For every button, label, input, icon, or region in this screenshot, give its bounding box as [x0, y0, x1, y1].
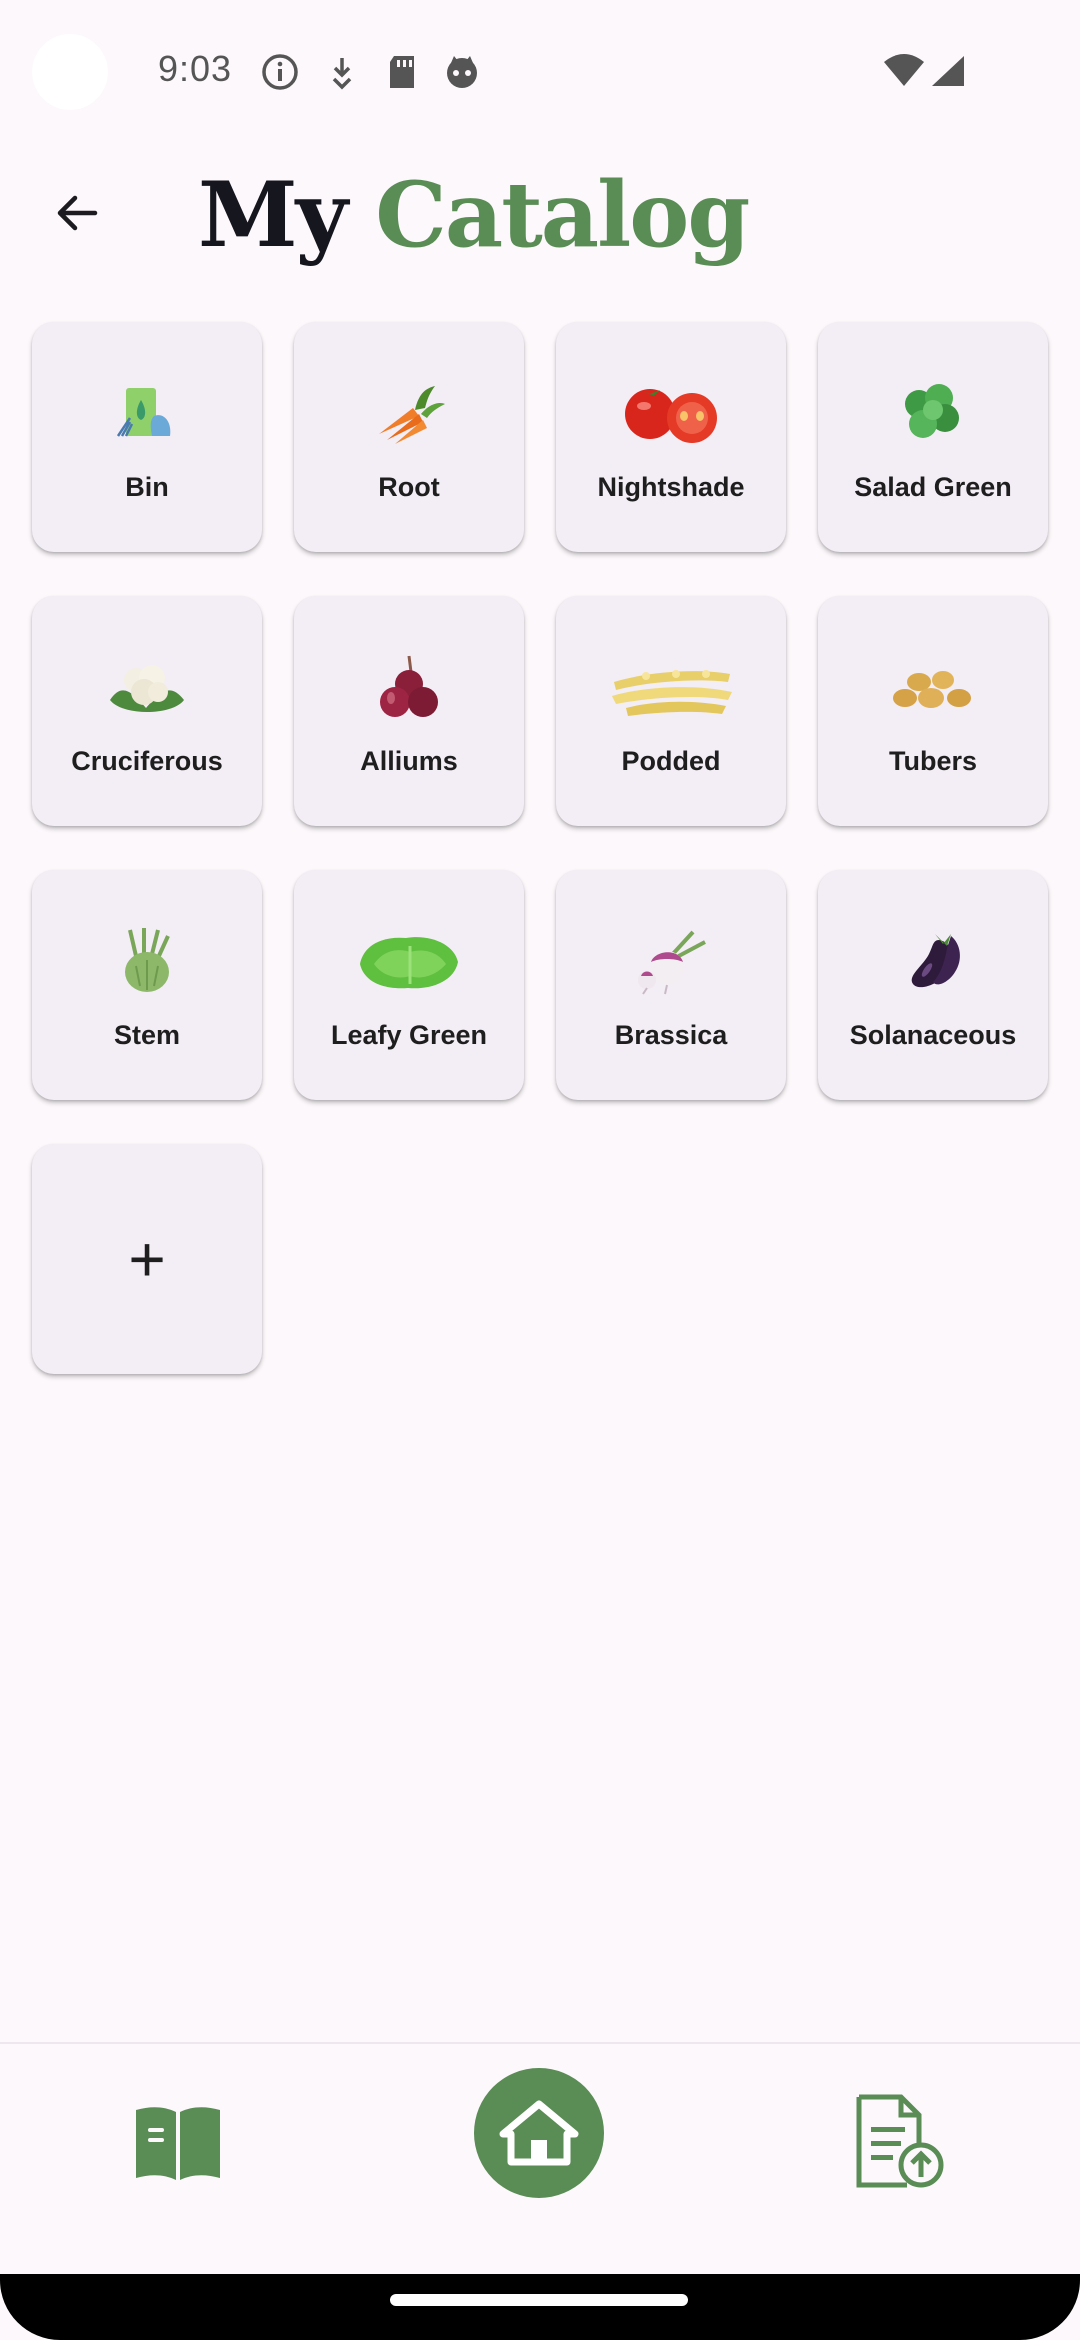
- info-icon: [262, 54, 298, 90]
- category-card-solanaceous[interactable]: Solanaceous: [818, 870, 1048, 1100]
- pods-icon: [612, 670, 732, 716]
- kohlrabi-icon: [125, 928, 170, 992]
- turnip-icon: [638, 930, 706, 995]
- back-button[interactable]: [42, 178, 112, 248]
- category-label: Bin: [125, 472, 169, 502]
- status-time: 9:03: [158, 48, 233, 89]
- category-label: Brassica: [614, 1020, 728, 1050]
- category-label: Cruciferous: [71, 746, 223, 776]
- system-gesture-bar: [0, 2274, 1080, 2340]
- bin-icon: [116, 388, 171, 437]
- title-catalog: Catalog: [375, 162, 750, 268]
- salad-icon: [905, 384, 959, 438]
- sd-card-icon: [390, 56, 414, 88]
- cell-signal-icon: [932, 56, 964, 86]
- add-category-button[interactable]: +: [32, 1144, 262, 1374]
- category-label: Podded: [621, 746, 721, 776]
- category-label: Salad Green: [854, 472, 1012, 502]
- category-card-root[interactable]: Root: [294, 322, 524, 552]
- category-card-stem[interactable]: Stem: [32, 870, 262, 1100]
- category-card-nightshade[interactable]: Nightshade: [556, 322, 786, 552]
- nav-catalog-button[interactable]: [128, 2092, 228, 2192]
- title-my: My: [198, 162, 348, 268]
- category-label: Tubers: [888, 746, 977, 776]
- category-label: Stem: [113, 1020, 181, 1050]
- download-arrow-icon: [332, 58, 352, 90]
- carrot-icon: [379, 386, 445, 444]
- status-bar: 9:03: [0, 0, 1080, 142]
- category-card-salad-green[interactable]: Salad Green: [818, 322, 1048, 552]
- wifi-icon: [884, 54, 924, 86]
- nav-home-button[interactable]: [474, 2068, 604, 2198]
- category-grid: Bin Root Nightshade Salad Green Crucifer…: [32, 322, 1048, 1374]
- page-title: My Catalog: [198, 160, 750, 270]
- category-card-bin[interactable]: Bin: [32, 322, 262, 552]
- home-indicator[interactable]: [390, 2294, 688, 2306]
- category-label: Solanaceous: [849, 1020, 1017, 1050]
- cauliflower-icon: [110, 665, 184, 712]
- category-card-brassica[interactable]: Brassica: [556, 870, 786, 1100]
- lettuce-icon: [360, 937, 458, 989]
- category-label: Nightshade: [597, 472, 745, 502]
- onion-icon: [380, 655, 438, 717]
- category-card-alliums[interactable]: Alliums: [294, 596, 524, 826]
- nav-upload-button[interactable]: [846, 2088, 952, 2194]
- category-card-leafy-green[interactable]: Leafy Green: [294, 870, 524, 1100]
- potato-icon: [893, 671, 971, 708]
- category-label: Leafy Green: [330, 1020, 488, 1050]
- home-icon: [499, 2100, 579, 2166]
- upload-document-icon: [856, 2094, 944, 2188]
- cat-face-icon: [447, 56, 477, 88]
- tomato-icon: [625, 389, 717, 443]
- category-label: Alliums: [360, 746, 458, 776]
- catalog-book-icon: [136, 2107, 220, 2180]
- category-card-cruciferous[interactable]: Cruciferous: [32, 596, 262, 826]
- arrow-left-icon: [57, 195, 98, 231]
- category-card-tubers[interactable]: Tubers: [818, 596, 1048, 826]
- category-card-podded[interactable]: Podded: [556, 596, 786, 826]
- category-label: Root: [378, 472, 440, 502]
- camera-cutout: [32, 34, 108, 110]
- eggplant-icon: [911, 934, 960, 988]
- bottom-navigation: [0, 2042, 1080, 2274]
- plus-icon: +: [128, 1223, 166, 1295]
